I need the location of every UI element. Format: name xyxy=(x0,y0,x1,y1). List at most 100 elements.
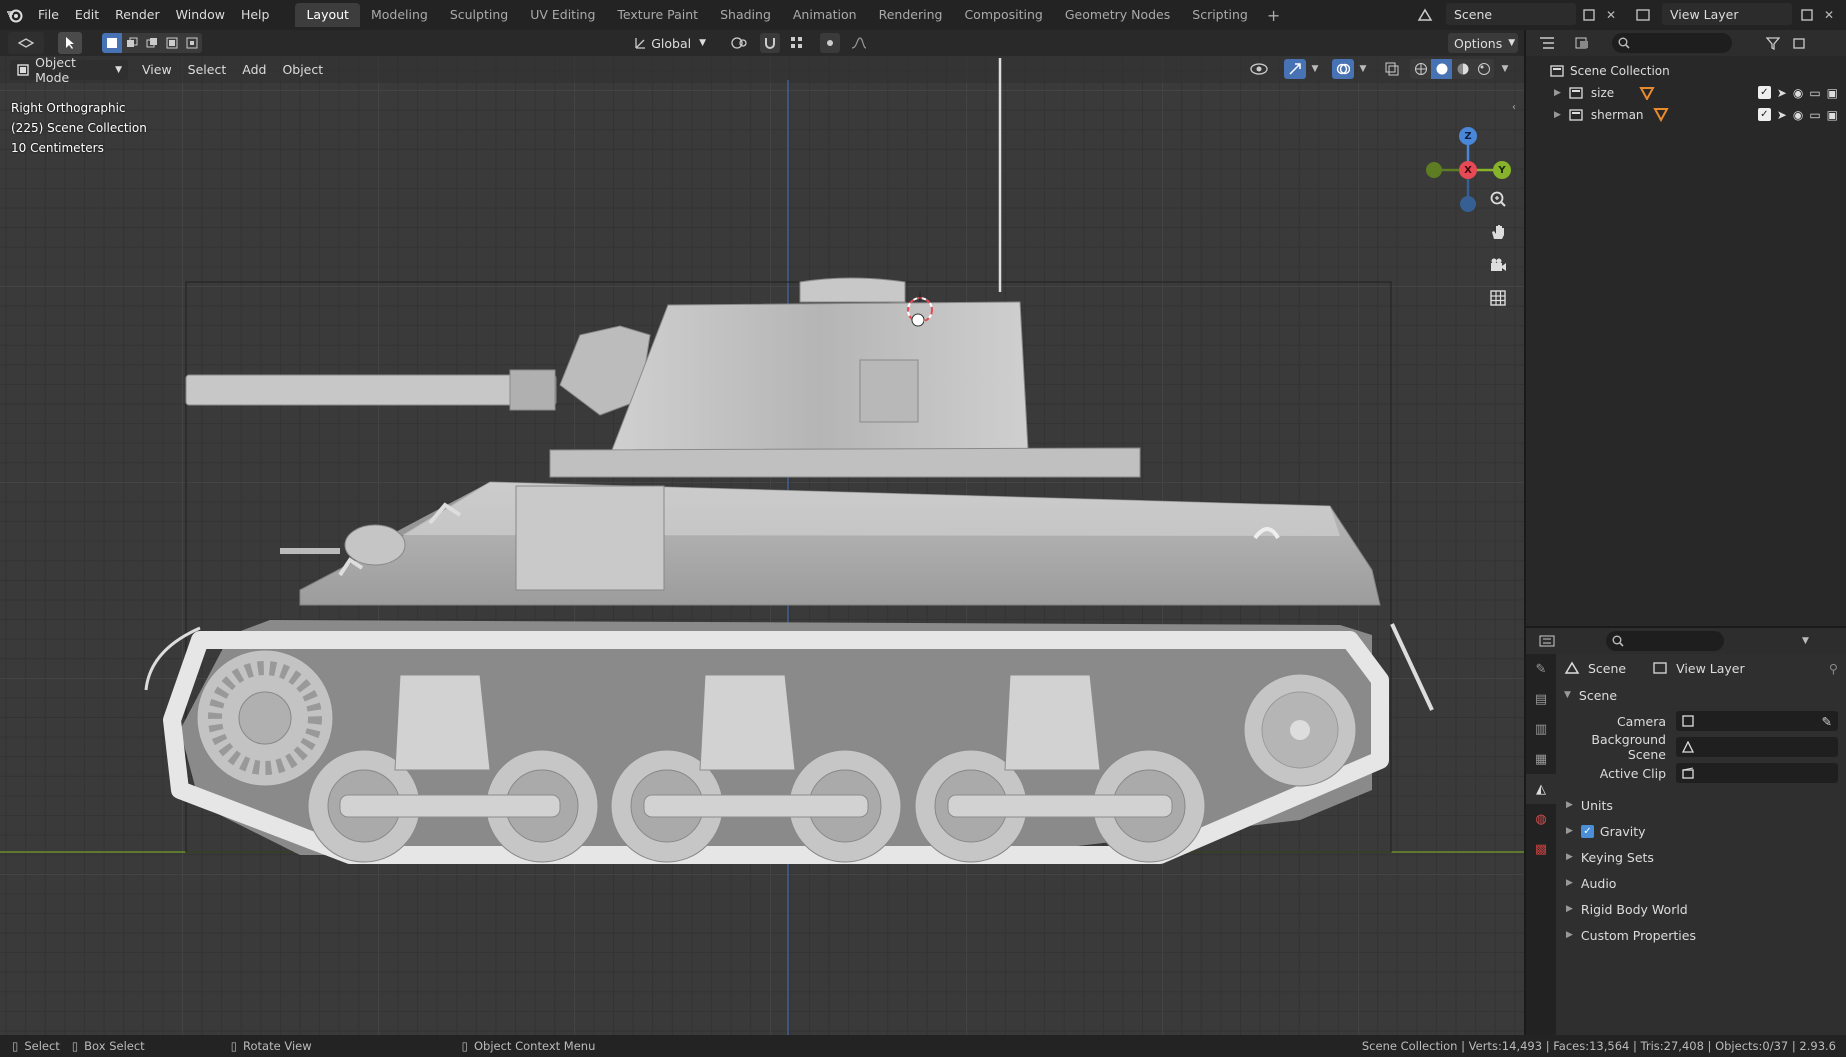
tab-texture-paint[interactable]: Texture Paint xyxy=(606,3,709,27)
select-subtract-icon[interactable] xyxy=(142,33,162,53)
falloff-icon[interactable] xyxy=(844,33,874,53)
view-layer-icon[interactable] xyxy=(1630,5,1656,25)
scene-type-icon[interactable] xyxy=(1412,5,1438,25)
select-arrow-icon[interactable]: ➤ xyxy=(1777,86,1787,100)
background-scene-field[interactable] xyxy=(1676,737,1838,757)
render-tab-icon[interactable]: ▤ xyxy=(1526,684,1556,714)
units-section[interactable]: ▶ Units xyxy=(1556,792,1846,818)
viewport-menu-object[interactable]: Object xyxy=(274,55,331,85)
audio-section[interactable]: ▶ Audio xyxy=(1556,870,1846,896)
tab-compositing[interactable]: Compositing xyxy=(953,3,1053,27)
rigid-body-world-section[interactable]: ▶ Rigid Body World xyxy=(1556,896,1846,922)
eye-icon[interactable]: ◉ xyxy=(1793,86,1803,100)
select-invert-icon[interactable] xyxy=(162,33,182,53)
gravity-checkbox[interactable]: ✓ xyxy=(1580,824,1594,838)
mode-dropdown[interactable]: Object Mode ▼ xyxy=(10,55,128,85)
xray-icon[interactable] xyxy=(1382,59,1402,79)
add-workspace-button[interactable]: + xyxy=(1259,6,1288,25)
snap-target-icon[interactable] xyxy=(782,33,812,53)
eyedropper-icon[interactable]: ✎ xyxy=(1822,714,1832,729)
pin-icon[interactable]: ⚲ xyxy=(1829,661,1838,676)
menu-file[interactable]: File xyxy=(30,0,67,30)
menu-edit[interactable]: Edit xyxy=(67,0,107,30)
properties-editor-icon[interactable] xyxy=(1532,631,1562,651)
render-camera-icon[interactable]: ▣ xyxy=(1827,86,1838,100)
perspective-toggle-icon[interactable] xyxy=(1485,285,1511,311)
scene-selector[interactable]: Scene xyxy=(1446,3,1576,25)
x-axis-handle[interactable]: X xyxy=(1459,161,1477,179)
rendered-shading-icon[interactable] xyxy=(1473,59,1494,79)
tab-animation[interactable]: Animation xyxy=(782,3,868,27)
chevron-down-icon[interactable]: ▼ xyxy=(1802,636,1809,646)
menu-render[interactable]: Render xyxy=(107,0,168,30)
tool-tab-icon[interactable]: ✎ xyxy=(1526,654,1556,684)
delete-scene-icon[interactable]: ✕ xyxy=(1602,6,1620,24)
outliner-editor-icon[interactable] xyxy=(1532,33,1562,53)
world-tab-icon[interactable]: ◍ xyxy=(1526,804,1556,834)
camera-field[interactable]: ✎ xyxy=(1676,711,1838,731)
viewport-menu-add[interactable]: Add xyxy=(234,55,274,85)
outliner-row-size[interactable]: ▶ size ✓ ➤ ◉ ▭ ▣ xyxy=(1526,82,1846,104)
snap-icon[interactable] xyxy=(760,33,780,53)
solid-shading-icon[interactable] xyxy=(1431,59,1452,79)
3d-viewport[interactable]: Global ▼ Options ▼ Object Mode ▼ View Se… xyxy=(0,30,1524,1035)
expand-arrow-icon[interactable]: ▶ xyxy=(1554,88,1561,98)
visibility-icon[interactable] xyxy=(1244,59,1274,79)
select-extend-icon[interactable] xyxy=(122,33,142,53)
gravity-section[interactable]: ▶ ✓ Gravity xyxy=(1556,818,1846,844)
wireframe-shading-icon[interactable] xyxy=(1410,59,1431,79)
menu-window[interactable]: Window xyxy=(168,0,233,30)
eye-icon[interactable]: ◉ xyxy=(1793,108,1803,122)
overlays-icon[interactable] xyxy=(1332,59,1354,79)
keying-sets-section[interactable]: ▶ Keying Sets xyxy=(1556,844,1846,870)
render-camera-icon[interactable]: ▣ xyxy=(1827,108,1838,122)
tab-modeling[interactable]: Modeling xyxy=(360,3,439,27)
zoom-icon[interactable] xyxy=(1485,186,1511,212)
tab-uv-editing[interactable]: UV Editing xyxy=(519,3,606,27)
new-view-layer-icon[interactable] xyxy=(1798,6,1816,24)
tab-layout[interactable]: Layout xyxy=(295,3,360,27)
expand-arrow-icon[interactable]: ▶ xyxy=(1554,110,1561,120)
monitor-icon[interactable]: ▭ xyxy=(1809,108,1820,122)
display-mode-icon[interactable] xyxy=(1568,33,1598,53)
outliner-root-row[interactable]: Scene Collection xyxy=(1526,60,1846,82)
scene-tab-icon[interactable]: ◭ xyxy=(1526,774,1556,804)
tab-geometry-nodes[interactable]: Geometry Nodes xyxy=(1054,3,1181,27)
select-new-icon[interactable] xyxy=(102,33,122,53)
output-tab-icon[interactable]: ▥ xyxy=(1526,714,1556,744)
outliner-search-input[interactable] xyxy=(1612,33,1732,53)
material-shading-icon[interactable] xyxy=(1452,59,1473,79)
chevron-down-icon[interactable]: ▼ xyxy=(1308,59,1322,79)
editor-type-icon[interactable] xyxy=(8,32,44,54)
properties-search-input[interactable] xyxy=(1606,631,1724,651)
tab-scripting[interactable]: Scripting xyxy=(1181,3,1259,27)
exclude-checkbox[interactable]: ✓ xyxy=(1757,108,1771,121)
texture-tab-icon[interactable]: ▩ xyxy=(1526,834,1556,864)
pivot-point-icon[interactable] xyxy=(722,33,756,53)
transform-orientation-dropdown[interactable]: Global ▼ xyxy=(628,33,712,53)
proportional-edit-icon[interactable] xyxy=(820,33,840,53)
view-layer-selector[interactable]: View Layer xyxy=(1662,3,1792,25)
gizmos-icon[interactable] xyxy=(1284,59,1306,79)
sidebar-toggle-icon[interactable]: ‹ xyxy=(1512,102,1516,113)
exclude-checkbox[interactable]: ✓ xyxy=(1757,86,1771,99)
scene-section-header[interactable]: ▼ Scene xyxy=(1556,682,1846,708)
y-axis-handle[interactable]: Y xyxy=(1493,161,1511,179)
camera-view-icon[interactable] xyxy=(1485,252,1511,278)
menu-help[interactable]: Help xyxy=(233,0,278,30)
tab-sculpting[interactable]: Sculpting xyxy=(439,3,519,27)
new-collection-icon[interactable] xyxy=(1788,33,1810,53)
select-intersect-icon[interactable] xyxy=(182,33,202,53)
viewport-menu-select[interactable]: Select xyxy=(180,55,235,85)
select-arrow-icon[interactable]: ➤ xyxy=(1777,108,1787,122)
custom-properties-section[interactable]: ▶ Custom Properties xyxy=(1556,922,1846,948)
chevron-down-icon[interactable]: ▼ xyxy=(1498,59,1512,79)
view-layer-tab-icon[interactable]: ▦ xyxy=(1526,744,1556,774)
outliner-row-sherman[interactable]: ▶ sherman ✓ ➤ ◉ ▭ ▣ xyxy=(1526,104,1846,126)
tab-rendering[interactable]: Rendering xyxy=(868,3,954,27)
viewport-menu-view[interactable]: View xyxy=(134,55,180,85)
tab-shading[interactable]: Shading xyxy=(709,3,782,27)
options-dropdown[interactable]: Options ▼ xyxy=(1448,33,1518,53)
delete-view-layer-icon[interactable]: ✕ xyxy=(1820,6,1838,24)
filter-icon[interactable] xyxy=(1758,33,1788,53)
